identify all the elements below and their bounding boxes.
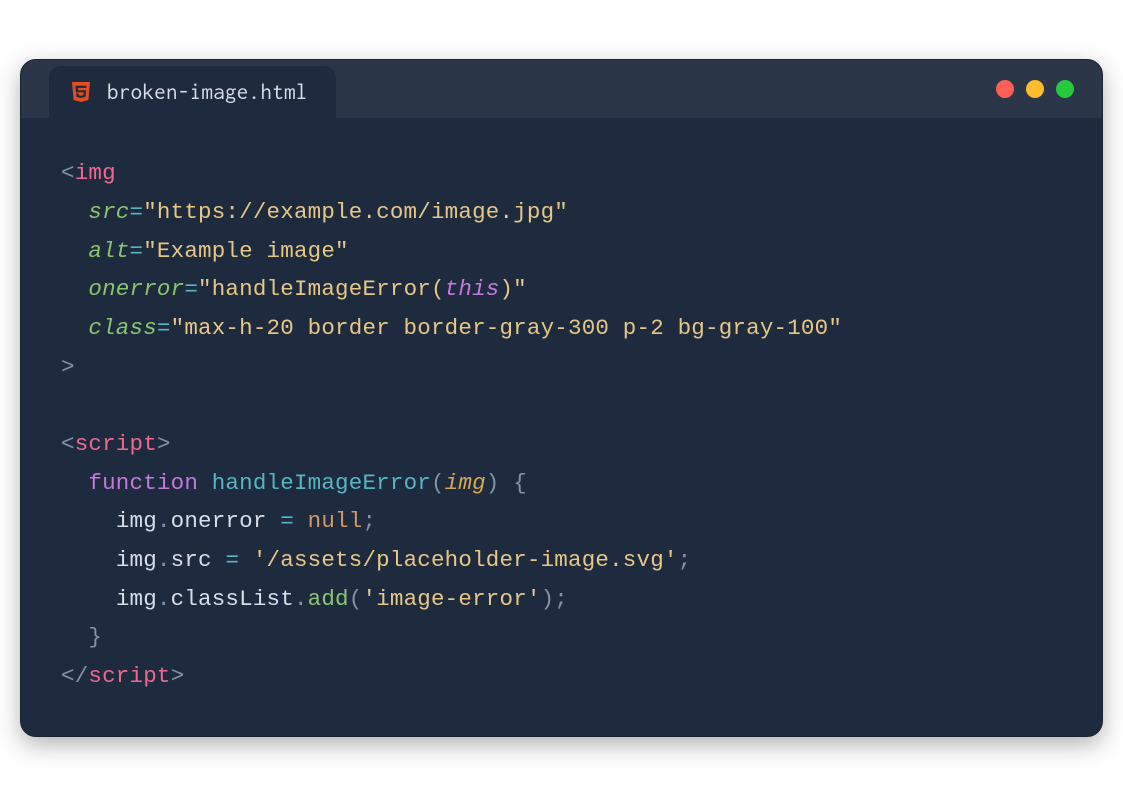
code-line: alt="Example image"	[61, 232, 1062, 271]
code-line: src="https://example.com/image.jpg"	[61, 193, 1062, 232]
code-line: function handleImageError(img) {	[61, 464, 1062, 503]
code-line: <script>	[61, 425, 1062, 464]
code-line: img.classList.add('image-error');	[61, 580, 1062, 619]
code-line: img.onerror = null;	[61, 502, 1062, 541]
minimize-button[interactable]	[1026, 80, 1044, 98]
code-line: }	[61, 618, 1062, 657]
maximize-button[interactable]	[1056, 80, 1074, 98]
code-editor-window: broken-image.html <img src="https://exam…	[20, 59, 1103, 737]
code-line: img.src = '/assets/placeholder-image.svg…	[61, 541, 1062, 580]
file-tab[interactable]: broken-image.html	[49, 66, 336, 118]
code-line: </script>	[61, 657, 1062, 696]
file-name: broken-image.html	[107, 80, 308, 104]
code-line: <img	[61, 154, 1062, 193]
title-bar: broken-image.html	[21, 60, 1102, 118]
code-line	[61, 386, 1062, 425]
window-controls	[996, 80, 1074, 98]
code-line: >	[61, 348, 1062, 387]
close-button[interactable]	[996, 80, 1014, 98]
code-editor-content[interactable]: <img src="https://example.com/image.jpg"…	[21, 118, 1102, 736]
code-line: class="max-h-20 border border-gray-300 p…	[61, 309, 1062, 348]
html5-icon	[69, 80, 93, 104]
code-line: onerror="handleImageError(this)"	[61, 270, 1062, 309]
